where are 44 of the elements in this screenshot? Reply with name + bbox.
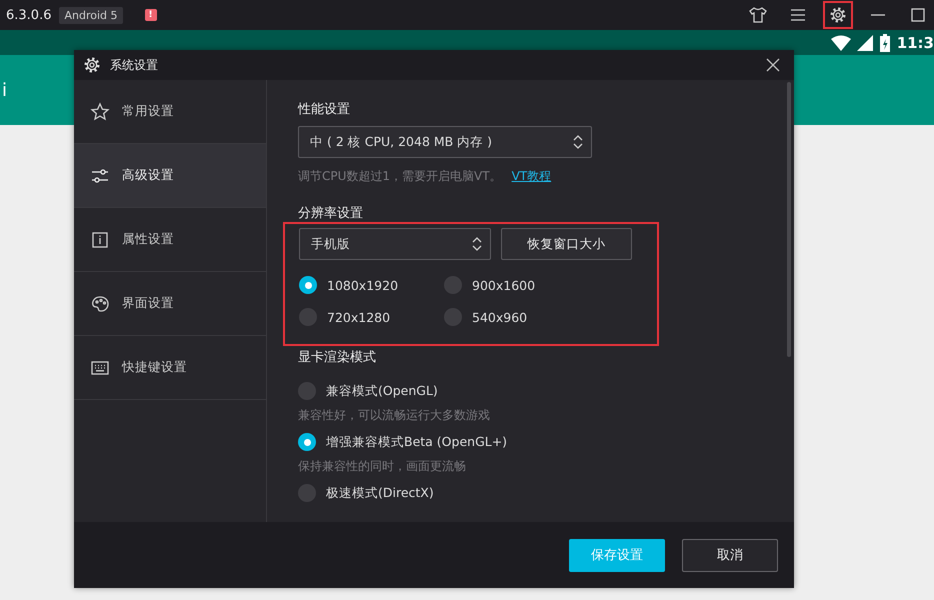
hint-text: 保持兼容性的同时，画面更流畅	[298, 458, 467, 475]
option-label: 900x1600	[472, 278, 536, 292]
app-title: i	[2, 80, 8, 100]
sidebar-item[interactable]: 属性设置	[74, 208, 266, 272]
dialog-title: 系统设置	[110, 56, 159, 74]
option-label: 540x960	[472, 310, 528, 324]
sidebar-item[interactable]: 界面设置	[74, 272, 266, 336]
shirt-icon	[748, 5, 768, 25]
scrollbar[interactable]	[787, 82, 791, 357]
settings-icon	[828, 5, 848, 25]
sidebar-item[interactable]: 快捷键设置	[74, 336, 266, 400]
android-version-badge: Android 5	[59, 6, 123, 24]
option-label: 1080x1920	[327, 278, 398, 292]
option-label: 极速模式(DirectX)	[326, 484, 434, 502]
resolution-dropdown[interactable]: 手机版	[299, 228, 491, 260]
info-icon	[90, 230, 110, 250]
settings-icon	[82, 55, 102, 75]
section-heading: 分辨率设置	[298, 205, 363, 222]
option-label: 兼容模式(OpenGL)	[326, 382, 438, 400]
hint-text: 调节CPU数超过1，需要开启电脑VT。	[298, 168, 502, 185]
section-heading: 显卡渲染模式	[298, 349, 376, 366]
hint-text: 兼容性好，可以流畅运行大多数游戏	[298, 407, 491, 424]
clock-time: 11:3	[896, 34, 934, 52]
performance-dropdown[interactable]: 中 ( 2 核 CPU, 2048 MB 内存 )	[298, 126, 592, 158]
star-icon	[90, 102, 110, 122]
radio-button[interactable]	[299, 276, 317, 294]
version-label: 6.3.0.6	[6, 8, 52, 22]
close-icon	[766, 58, 780, 72]
settings-button[interactable]	[823, 1, 853, 29]
option-label: 增强兼容模式Beta (OpenGL+)	[326, 434, 508, 450]
cancel-button[interactable]: 取消	[682, 538, 778, 572]
palette-icon	[90, 294, 110, 314]
signal-icon	[856, 34, 873, 50]
minimize-icon	[871, 14, 885, 16]
wifi-icon	[830, 34, 851, 50]
restore-window-button[interactable]: 恢复窗口大小	[501, 228, 632, 260]
battery-icon	[878, 34, 891, 52]
option-label: 720x1280	[327, 310, 390, 324]
section-heading: 性能设置	[298, 101, 350, 118]
radio-button[interactable]	[298, 433, 316, 451]
updown-caret-icon	[472, 237, 482, 251]
updown-caret-icon	[573, 135, 583, 149]
tutorial-link[interactable]: VT教程	[512, 168, 552, 185]
sidebar-item[interactable]: 高级设置	[74, 144, 266, 208]
